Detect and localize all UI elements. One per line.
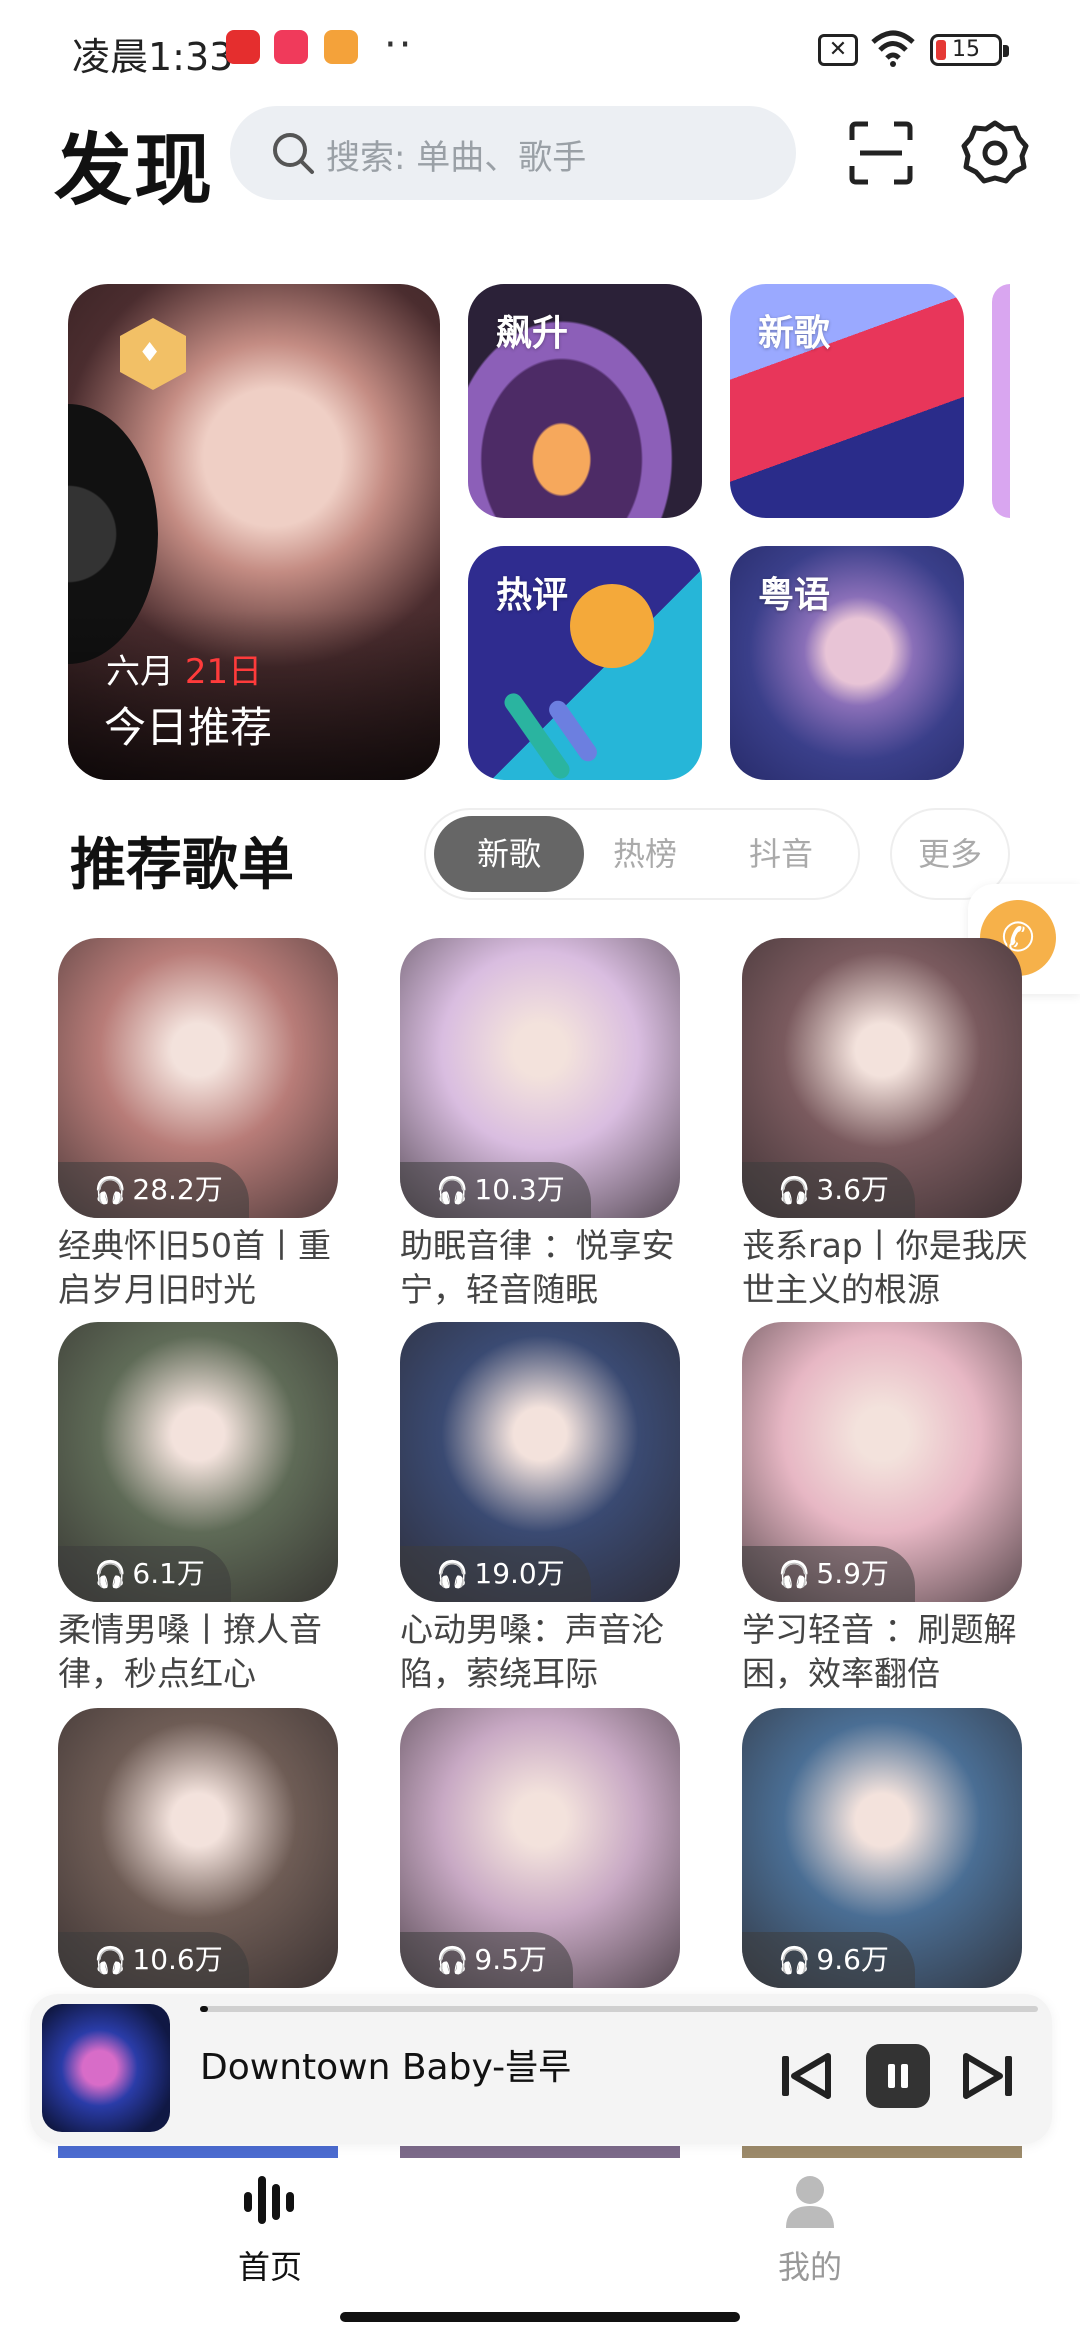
- play-count: 3.6万: [742, 1162, 915, 1218]
- playlist-name: 助眠音律 ：悦享安宁，轻音随眠: [400, 1226, 675, 1309]
- gesture-home-bar[interactable]: [340, 2312, 740, 2322]
- playlist-cover: 10.3万: [400, 938, 680, 1218]
- playlist-cover: 9.6万: [742, 1708, 1022, 1988]
- settings-icon[interactable]: [960, 118, 1030, 188]
- nav-home[interactable]: 首页: [170, 2170, 370, 2288]
- chart-tile-hot-comments[interactable]: 热评: [468, 546, 702, 780]
- play-count: 5.9万: [742, 1546, 915, 1602]
- playback-progress-bar[interactable]: [200, 2006, 1038, 2012]
- profile-icon: [786, 2176, 834, 2228]
- pause-button[interactable]: [866, 2044, 930, 2108]
- playlist-name: 柔情男嗓丨撩人音律，秒点红心: [58, 1610, 322, 1693]
- playlist-cover: 6.1万: [58, 1322, 338, 1602]
- playlist-cover-peek: [742, 2146, 1022, 2158]
- chart-tile-rising[interactable]: 飙升: [468, 284, 702, 518]
- now-playing-title: Downtown Baby-블루: [200, 2047, 572, 2088]
- playlist-cover: 5.9万: [742, 1322, 1022, 1602]
- xiaohongshu-notification-icon: [274, 30, 308, 64]
- playlist-name: 经典怀旧50首丨重启岁月旧时光: [58, 1226, 331, 1309]
- playlist-name: 心动男嗓：声音沦陷，萦绕耳际: [400, 1610, 664, 1693]
- app-notification-icon: [324, 30, 358, 64]
- nav-mine-label: 我的: [777, 2248, 842, 2286]
- playlist-cover-peek: [58, 2146, 338, 2158]
- chart-tile-cantonese[interactable]: 粤语: [730, 546, 964, 780]
- play-count: 28.2万: [58, 1162, 249, 1218]
- playlist-cover: 3.6万: [742, 938, 1022, 1218]
- tile-label: 新歌: [758, 313, 831, 354]
- tab-new-songs[interactable]: 新歌: [434, 816, 584, 892]
- daily-month: 六月: [106, 652, 174, 692]
- progress-fill: [200, 2006, 209, 2012]
- mini-player[interactable]: Downtown Baby-블루: [30, 1994, 1052, 2144]
- search-placeholder: 搜索: 单曲、歌手: [326, 138, 587, 178]
- play-count: 9.5万: [400, 1932, 573, 1988]
- play-count: 10.6万: [58, 1932, 249, 1988]
- search-icon: [273, 133, 314, 174]
- playlist-cover: 28.2万: [58, 938, 338, 1218]
- section-title: 推荐歌单: [70, 833, 294, 898]
- daily-label: 今日推荐: [104, 703, 273, 752]
- playlist-cover: 19.0万: [400, 1322, 680, 1602]
- scan-icon[interactable]: [846, 118, 916, 188]
- no-sim-icon: ✕: [818, 34, 858, 66]
- tile-label: 热评: [496, 575, 569, 616]
- play-count: 10.3万: [400, 1162, 591, 1218]
- playlist-name: 学习轻音 ：刷题解困，效率翻倍: [742, 1610, 1017, 1693]
- playlist-cover: 10.6万: [58, 1708, 338, 1988]
- play-count: 6.1万: [58, 1546, 231, 1602]
- battery-level: 15: [952, 37, 980, 62]
- playlist-cover-peek: [400, 2146, 680, 2158]
- status-time: 凌晨1:33: [72, 35, 234, 79]
- wifi-icon: [871, 30, 915, 67]
- status-bar: 凌晨1:33 ·· ✕ 15: [0, 0, 1080, 96]
- more-notifications-icon: ··: [384, 22, 414, 68]
- diamond-badge-icon: ♦: [120, 318, 186, 390]
- netease-notification-icon: [226, 30, 260, 64]
- chart-tile-new-songs[interactable]: 新歌: [730, 284, 964, 518]
- daily-recommend-card[interactable]: ♦ 六月 21日 今日推荐: [68, 284, 440, 780]
- playlist-cover: 9.5万: [400, 1708, 680, 1988]
- chart-tile-next-peek[interactable]: [992, 284, 1010, 518]
- nav-home-label: 首页: [237, 2248, 302, 2286]
- playlist-tabs: 新歌 热榜 抖音: [424, 808, 860, 900]
- tab-douyin[interactable]: 抖音: [706, 816, 856, 892]
- tile-label: 飙升: [496, 313, 569, 354]
- daily-date: 六月 21日: [106, 644, 262, 693]
- home-wave-icon: [244, 2176, 294, 2224]
- nav-mine[interactable]: 我的: [710, 2170, 910, 2288]
- play-count: 9.6万: [742, 1932, 915, 1988]
- tile-label: 粤语: [758, 575, 831, 616]
- previous-track-icon[interactable]: [774, 2044, 838, 2108]
- tab-hot-list[interactable]: 热榜: [570, 816, 720, 892]
- play-count: 19.0万: [400, 1546, 591, 1602]
- daily-day: 21日: [184, 652, 263, 692]
- battery-icon: 15: [930, 34, 1009, 66]
- album-art[interactable]: [42, 2004, 170, 2132]
- page-title: 发现: [54, 126, 215, 216]
- playlist-name: 丧系rap丨你是我厌世主义的根源: [742, 1226, 1028, 1309]
- search-bar[interactable]: 搜索: 单曲、歌手: [230, 106, 796, 200]
- next-track-icon[interactable]: [956, 2044, 1020, 2108]
